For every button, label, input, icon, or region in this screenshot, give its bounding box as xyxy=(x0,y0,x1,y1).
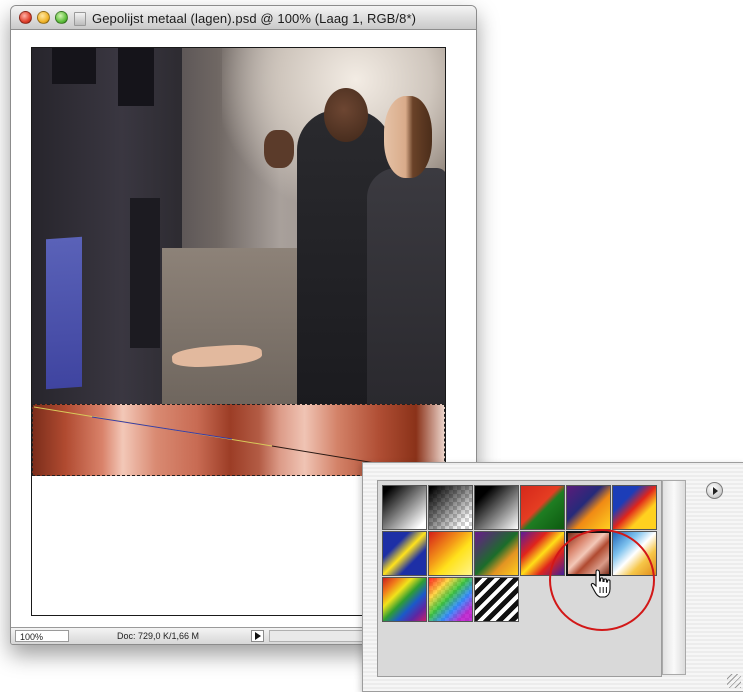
preset-blue-yellow-blue-gradient[interactable] xyxy=(382,531,427,576)
preset-spectrum-gradient[interactable] xyxy=(382,577,427,622)
hand-cursor-icon xyxy=(590,569,611,598)
status-menu-arrow-icon[interactable] xyxy=(251,630,264,642)
window-titlebar[interactable]: Gepolijst metaal (lagen).psd @ 100% (Laa… xyxy=(11,6,476,30)
document-size-info: Doc: 729,0 K/1,66 M xyxy=(116,631,200,641)
zoom-window-icon[interactable] xyxy=(55,11,68,24)
preset-black-white-gradient-2[interactable] xyxy=(474,485,519,530)
preset-transparent-stripes-gradient[interactable] xyxy=(474,577,519,622)
preset-red-green-gradient[interactable] xyxy=(520,485,565,530)
close-window-icon[interactable] xyxy=(19,11,32,24)
preset-black-white-gradient[interactable] xyxy=(382,485,427,530)
picker-menu-arrow-icon[interactable] xyxy=(706,482,723,499)
preset-violet-green-orange-gradient[interactable] xyxy=(474,531,519,576)
zoom-level-field[interactable]: 100% xyxy=(15,630,69,642)
window-title: Gepolijst metaal (lagen).psd @ 100% (Laa… xyxy=(92,11,417,26)
minimize-window-icon[interactable] xyxy=(37,11,50,24)
preset-violet-orange-gradient[interactable] xyxy=(566,485,611,530)
resize-grip-icon[interactable] xyxy=(727,674,741,688)
preset-transparent-rainbow-gradient[interactable] xyxy=(428,577,473,622)
preset-orange-yellow-orange-gradient[interactable] xyxy=(428,531,473,576)
preset-black-transparent-gradient[interactable] xyxy=(428,485,473,530)
preset-blue-red-yellow-gradient[interactable] xyxy=(612,485,657,530)
document-proxy-icon[interactable] xyxy=(74,12,86,26)
presets-scrollbar[interactable] xyxy=(662,480,686,675)
photo-layer xyxy=(32,48,445,404)
